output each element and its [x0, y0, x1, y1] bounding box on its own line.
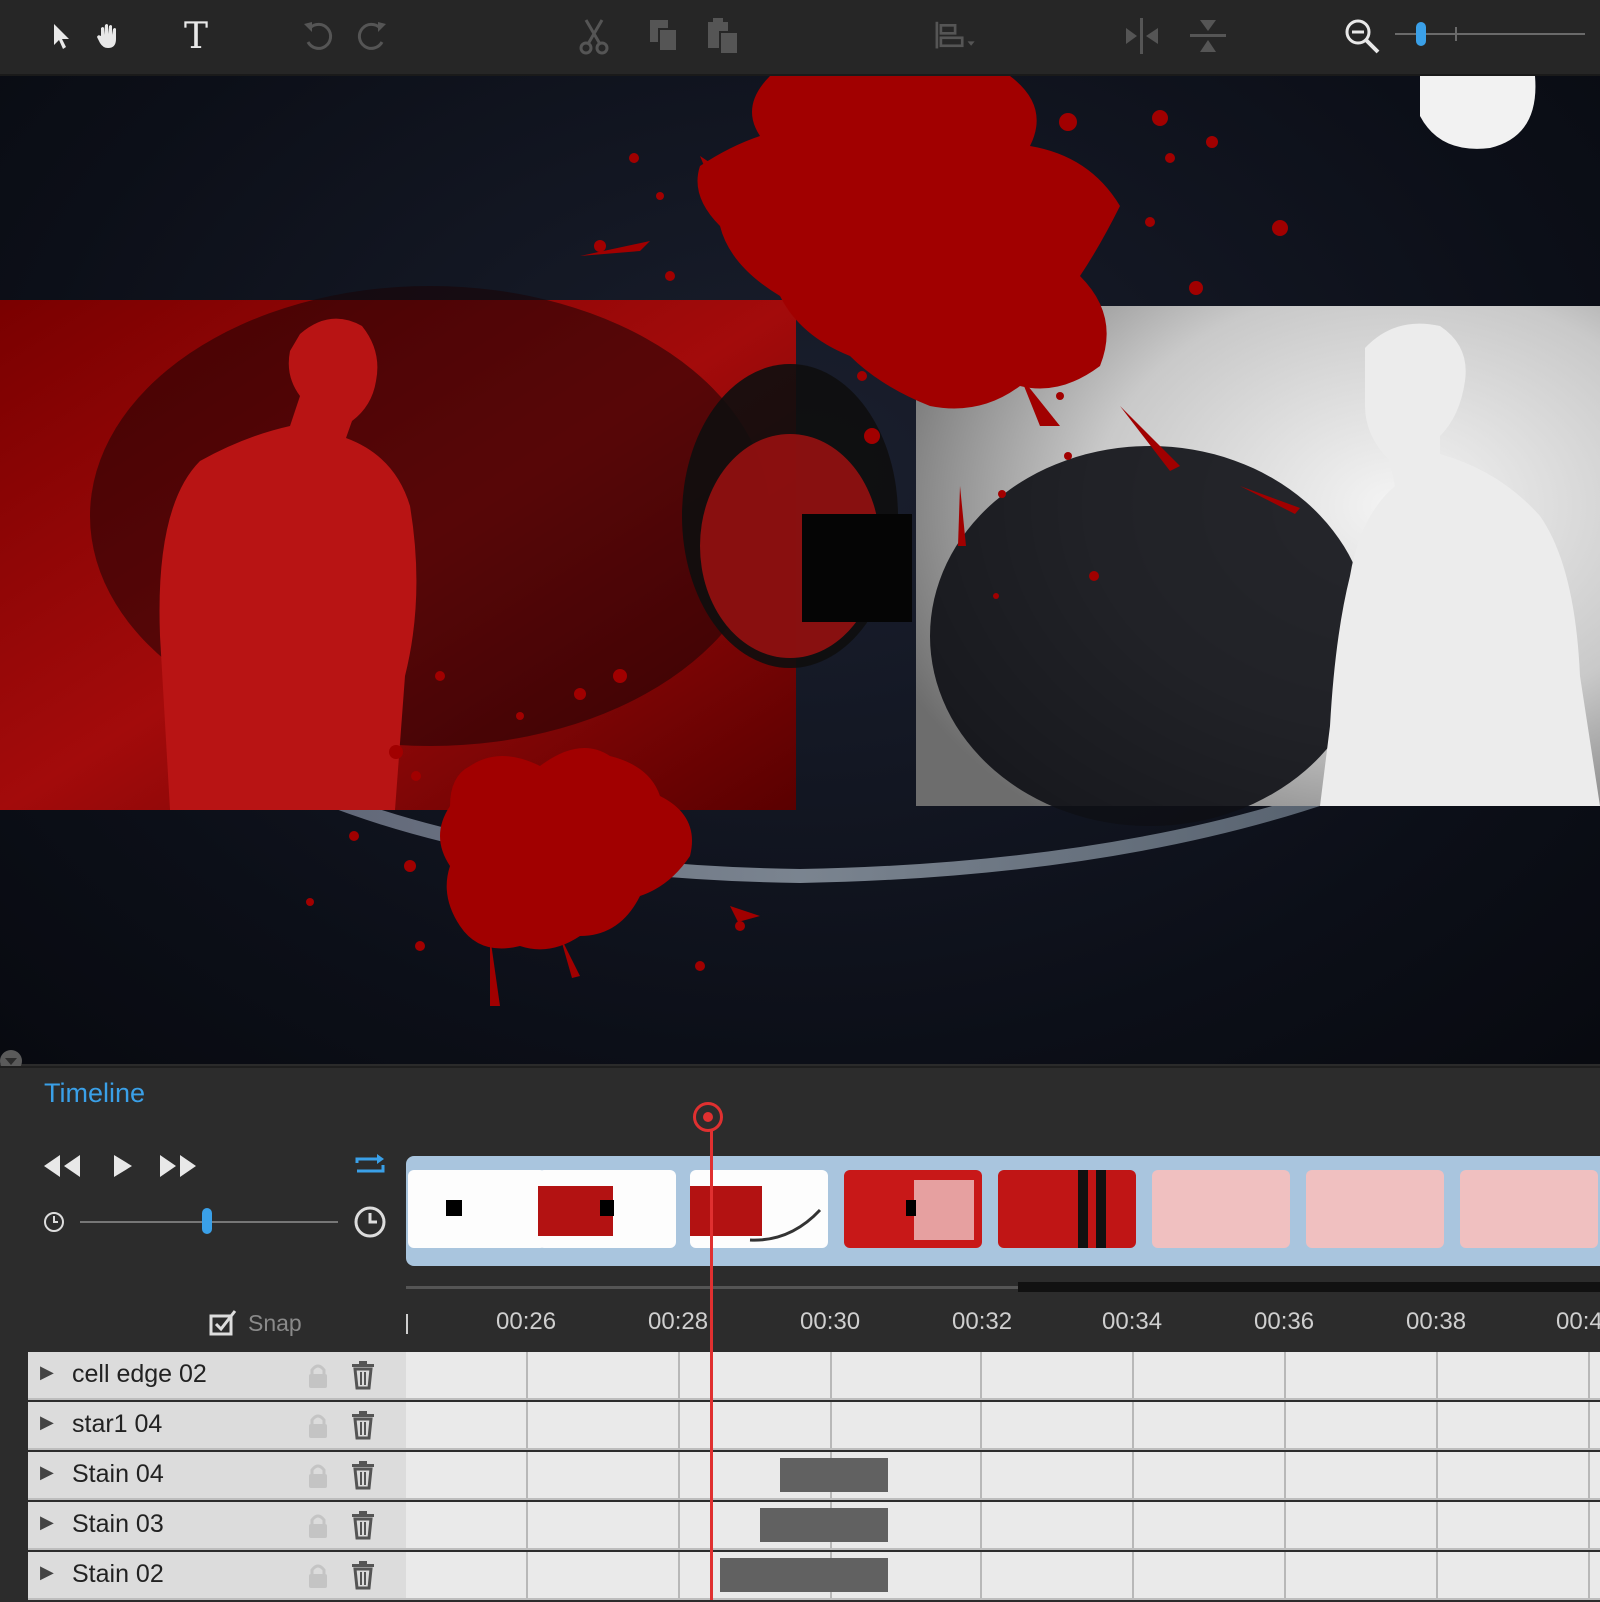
trash-icon[interactable] [350, 1360, 376, 1394]
thumbnail-frame [538, 1170, 676, 1248]
track-lane[interactable] [406, 1452, 1600, 1500]
expand-arrow-icon[interactable]: ▶ [40, 1562, 54, 1583]
trash-icon[interactable] [350, 1510, 376, 1544]
zoom-out-icon[interactable] [1338, 12, 1386, 60]
track-name: star1 04 [72, 1410, 163, 1438]
playhead-line[interactable] [710, 1118, 713, 1600]
ruler-start-tick [406, 1314, 408, 1334]
trash-icon[interactable] [350, 1460, 376, 1494]
track-row[interactable]: ▶ star1 04 [28, 1402, 1600, 1450]
timeline-clip[interactable] [720, 1558, 888, 1592]
track-lane[interactable] [406, 1352, 1600, 1400]
zoom-slider-knob[interactable] [1416, 22, 1426, 46]
text-icon[interactable]: T [172, 12, 220, 60]
track-name: Stain 04 [72, 1460, 164, 1488]
flip-horizontal-icon[interactable] [1118, 12, 1166, 60]
ruler-label: 00:4 [1556, 1308, 1600, 1335]
paste-icon[interactable] [700, 12, 748, 60]
ruler-label: 00:38 [1406, 1308, 1467, 1335]
track-header[interactable]: ▶ cell edge 02 [28, 1352, 406, 1400]
track-name: cell edge 02 [72, 1360, 207, 1388]
ruler-label: 00:34 [1102, 1308, 1163, 1335]
lock-icon[interactable] [306, 1562, 330, 1594]
ruler-label: 00:36 [1254, 1308, 1315, 1335]
timeline-title: Timeline [44, 1078, 146, 1108]
playhead-handle[interactable] [693, 1102, 723, 1132]
lock-icon[interactable] [306, 1362, 330, 1394]
align-icon[interactable] [932, 12, 980, 60]
thumbnail-frame [1152, 1170, 1290, 1248]
trash-icon[interactable] [350, 1560, 376, 1594]
play-button[interactable] [100, 1148, 144, 1184]
snap-label: Snap [248, 1309, 302, 1336]
expand-arrow-icon[interactable]: ▶ [40, 1362, 54, 1383]
track-row[interactable]: ▶ cell edge 02 [28, 1352, 1600, 1400]
track-lane[interactable] [406, 1552, 1600, 1600]
track-name: Stain 02 [72, 1560, 164, 1588]
lock-icon[interactable] [306, 1412, 330, 1444]
ruler-label: 00:26 [496, 1308, 557, 1335]
fast-clock-icon [352, 1204, 388, 1244]
expand-arrow-icon[interactable]: ▶ [40, 1462, 54, 1483]
select-arrow-icon[interactable] [37, 12, 85, 60]
thumbnail-frame [844, 1170, 982, 1248]
trash-icon[interactable] [350, 1410, 376, 1444]
track-header[interactable]: ▶ Stain 03 [28, 1502, 406, 1550]
track-lane[interactable] [406, 1402, 1600, 1450]
timeline-clip[interactable] [780, 1458, 888, 1492]
thumbnail-frame [408, 1170, 546, 1248]
hand-icon[interactable] [84, 12, 132, 60]
preview-artwork [0, 76, 1600, 1006]
thumbnail-frame [1460, 1170, 1598, 1248]
speed-slider-knob[interactable] [202, 1208, 212, 1234]
cut-icon[interactable] [570, 12, 618, 60]
timeline-scrollbar-thumb[interactable] [1018, 1282, 1600, 1292]
thumbnail-strip[interactable] [406, 1156, 1600, 1266]
ruler-label: 00:28 [648, 1308, 709, 1335]
toolbar: T [0, 0, 1600, 76]
expand-arrow-icon[interactable]: ▶ [40, 1412, 54, 1433]
thumbnail-frame [1306, 1170, 1444, 1248]
track-lane[interactable] [406, 1502, 1600, 1550]
track-header[interactable]: ▶ Stain 02 [28, 1552, 406, 1600]
rewind-button[interactable] [40, 1148, 84, 1184]
flip-vertical-icon[interactable] [1184, 12, 1232, 60]
lock-icon[interactable] [306, 1512, 330, 1544]
undo-icon[interactable] [294, 12, 342, 60]
track-row[interactable]: ▶ Stain 02 [28, 1552, 1600, 1600]
fast-forward-button[interactable] [156, 1148, 200, 1184]
ruler-label: 00:30 [800, 1308, 861, 1335]
lock-icon[interactable] [306, 1462, 330, 1494]
text-tool-glyph: T [183, 15, 208, 57]
timeline-panel: Timeline Snap 00:26 00:28 00:30 00:32 00… [0, 1066, 1600, 1602]
timeline-clip[interactable] [760, 1508, 888, 1542]
expand-arrow-icon[interactable]: ▶ [40, 1512, 54, 1533]
track-row[interactable]: ▶ Stain 03 [28, 1502, 1600, 1550]
ruler-label: 00:32 [952, 1308, 1013, 1335]
snap-toggle[interactable]: Snap [208, 1308, 302, 1338]
loop-icon[interactable] [348, 1148, 392, 1184]
slow-clock-icon [42, 1210, 66, 1238]
copy-icon[interactable] [640, 12, 688, 60]
redo-icon[interactable] [348, 12, 396, 60]
light-flare [1420, 76, 1536, 149]
track-row[interactable]: ▶ Stain 04 [28, 1452, 1600, 1500]
video-preview-canvas[interactable] [0, 76, 1600, 1064]
snap-checkbox-icon[interactable] [208, 1308, 238, 1338]
track-header[interactable]: ▶ star1 04 [28, 1402, 406, 1450]
zoom-slider-tick [1455, 27, 1457, 41]
thumbnail-frame [998, 1170, 1136, 1248]
track-name: Stain 03 [72, 1510, 164, 1538]
track-header[interactable]: ▶ Stain 04 [28, 1452, 406, 1500]
